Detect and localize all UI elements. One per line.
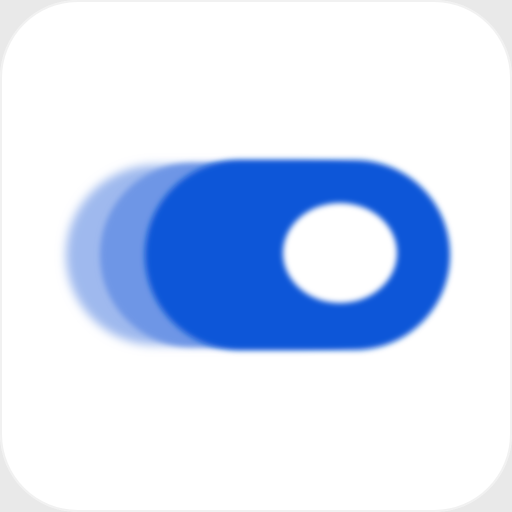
toggle-knob (283, 203, 397, 303)
toggle-switch-icon (66, 160, 450, 350)
app-icon-canvas (0, 0, 512, 512)
